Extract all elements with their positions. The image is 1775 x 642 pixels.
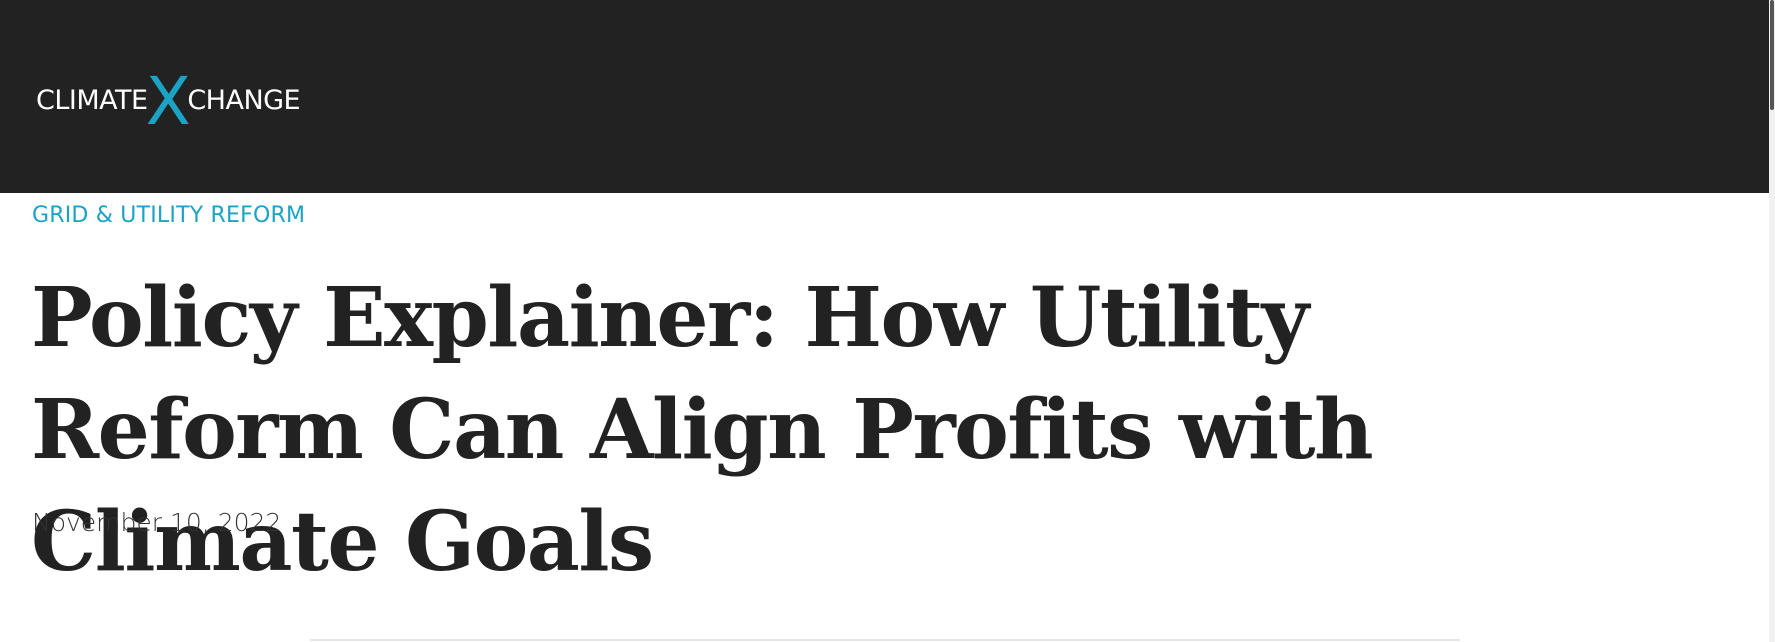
page-scrollbar[interactable]: [1769, 0, 1775, 642]
content-divider: [310, 639, 1460, 641]
site-header: CLIMATE X CHANGE: [0, 0, 1769, 193]
article-date: November 10, 2022: [32, 508, 282, 537]
scrollbar-thumb[interactable]: [1770, 0, 1774, 110]
article-title: Policy Explainer: How Utility Reform Can…: [31, 270, 1374, 590]
logo-x-mark: X: [145, 63, 191, 140]
climate-xchange-logo[interactable]: CLIMATE X CHANGE: [36, 69, 301, 135]
article-category-link[interactable]: GRID & UTILITY REFORM: [32, 203, 305, 228]
logo-text-left: CLIMATE: [36, 84, 148, 116]
logo-text-right: CHANGE: [187, 84, 301, 116]
